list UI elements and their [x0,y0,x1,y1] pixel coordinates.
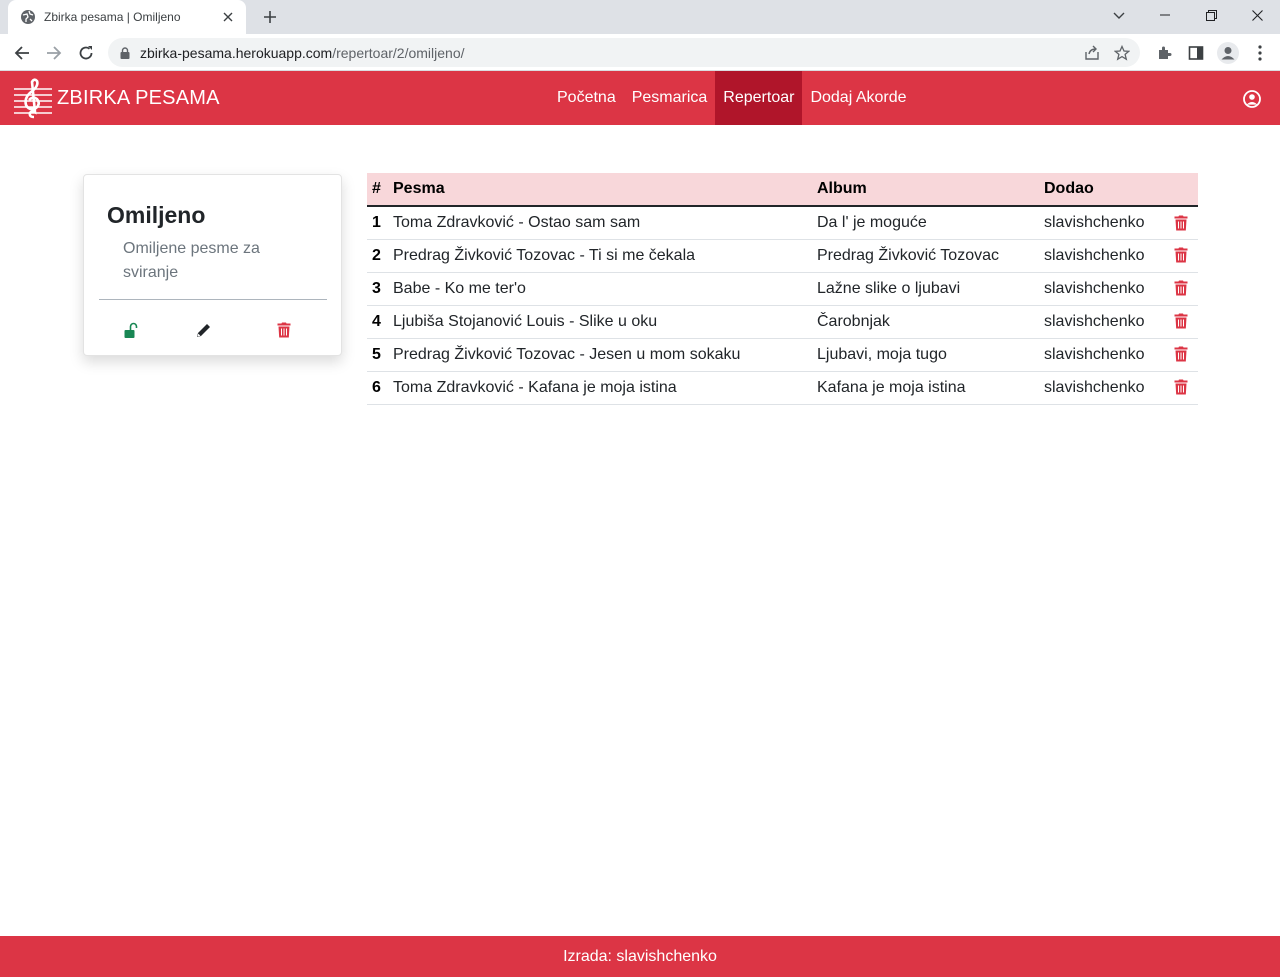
album-cell: Ljubavi, moja tugo [812,338,1039,372]
brand-text: ZBIRKA PESAMA [57,86,220,109]
user-cell: slavishchenko [1039,305,1169,339]
nav-link-repertoar[interactable]: Repertoar [715,71,803,125]
header-num: # [367,173,388,207]
menu-kebab-icon[interactable] [1248,41,1272,65]
reload-icon[interactable] [74,41,98,65]
user-circle-icon[interactable] [1243,90,1261,108]
nav-link-pocetna[interactable]: Početna [549,71,624,125]
album-cell: Da l' je moguće [812,206,1039,240]
row-number: 5 [367,338,388,372]
delete-song-trash-icon[interactable] [1174,346,1188,362]
tab-title: Zbirka pesama | Omiljeno [44,10,181,24]
table-row: 3 Babe - Ko me ter'o Lažne slike o ljuba… [367,272,1198,306]
user-cell: slavishchenko [1039,338,1169,372]
nav-link-pesmarica[interactable]: Pesmarica [624,71,716,125]
album-cell: Predrag Živković Tozovac [812,239,1039,273]
song-link[interactable]: Toma Zdravković - Ostao sam sam [388,206,812,240]
close-tab-icon[interactable] [220,9,236,25]
song-link[interactable]: Predrag Živković Tozovac - Ti si me čeka… [388,239,812,273]
song-link[interactable]: Ljubiša Stojanović Louis - Slike u oku [388,305,812,339]
repertoire-card: Omiljeno Omiljene pesme za sviranje [83,174,342,356]
table-header-row: # Pesma Album Dodao [367,173,1198,207]
song-link[interactable]: Predrag Živković Tozovac - Jesen u mom s… [388,338,812,372]
song-link[interactable]: Toma Zdravković - Kafana je moja istina [388,371,812,405]
new-tab-button[interactable] [258,6,282,28]
song-link[interactable]: Babe - Ko me ter'o [388,272,812,306]
site-footer: Izrada: slavishchenko [0,936,1280,977]
browser-tab-strip: Zbirka pesama | Omiljeno [0,0,1280,34]
row-number: 4 [367,305,388,339]
minimize-icon[interactable] [1142,0,1188,30]
row-number: 2 [367,239,388,273]
header-actions [1169,173,1198,207]
table-row: 4 Ljubiša Stojanović Louis - Slike u oku… [367,305,1198,339]
album-cell: Čarobnjak [812,305,1039,339]
delete-song-trash-icon[interactable] [1174,280,1188,296]
site-navbar: ZBIRKA PESAMA Početna Pesmarica Repertoa… [0,71,1280,125]
restore-icon[interactable] [1188,0,1234,30]
browser-tab[interactable]: Zbirka pesama | Omiljeno [8,0,246,34]
tab-search-icon[interactable] [1108,6,1130,26]
user-cell: slavishchenko [1039,371,1169,405]
repertoire-description: Omiljene pesme za sviranje [123,240,260,281]
delete-song-trash-icon[interactable] [1174,313,1188,329]
album-cell: Lažne slike o ljubavi [812,272,1039,306]
trash-icon[interactable] [275,320,293,340]
globe-icon [20,9,36,25]
album-cell: Kafana je moja istina [812,371,1039,405]
pencil-icon[interactable] [194,320,212,340]
address-bar[interactable]: zbirka-pesama.herokuapp.com/repertoar/2/… [108,38,1140,67]
delete-song-trash-icon[interactable] [1174,379,1188,395]
back-arrow-icon[interactable] [10,41,34,65]
side-panel-icon[interactable] [1184,41,1208,65]
header-user: Dodao [1039,173,1169,207]
music-staff-logo-icon [14,78,52,119]
delete-song-trash-icon[interactable] [1174,247,1188,263]
table-row: 6 Toma Zdravković - Kafana je moja istin… [367,371,1198,405]
url-text: zbirka-pesama.herokuapp.com/repertoar/2/… [140,45,465,61]
header-album: Album [812,173,1039,207]
share-icon[interactable] [1082,43,1102,63]
nav-link-dodaj-akorde[interactable]: Dodaj Akorde [802,71,914,125]
browser-toolbar: zbirka-pesama.herokuapp.com/repertoar/2/… [0,34,1280,71]
lock-icon[interactable] [118,46,132,60]
star-icon[interactable] [1112,43,1132,63]
url-host: zbirka-pesama.herokuapp.com [140,44,333,61]
user-cell: slavishchenko [1039,272,1169,306]
row-number: 3 [367,272,388,306]
repertoire-title: Omiljeno [107,202,206,228]
extensions-icon[interactable] [1152,41,1176,65]
card-divider [99,299,327,300]
footer-credit: Izrada: slavishchenko [563,947,717,965]
close-window-icon[interactable] [1234,0,1280,30]
user-cell: slavishchenko [1039,206,1169,240]
songs-table: # Pesma Album Dodao 1 Toma Zdravković - … [367,173,1198,405]
profile-icon[interactable] [1216,41,1240,65]
brand-link[interactable]: ZBIRKA PESAMA [12,77,220,119]
user-cell: slavishchenko [1039,239,1169,273]
window-controls [1142,0,1280,34]
forward-arrow-icon[interactable] [42,41,66,65]
row-number: 1 [367,206,388,240]
delete-song-trash-icon[interactable] [1174,215,1188,231]
table-row: 1 Toma Zdravković - Ostao sam sam Da l' … [367,206,1198,240]
main-nav: Početna Pesmarica Repertoar Dodaj Akorde [549,71,915,125]
url-path: /repertoar/2/omiljeno/ [332,44,465,61]
row-number: 6 [367,371,388,405]
header-song: Pesma [388,173,812,207]
table-row: 5 Predrag Živković Tozovac - Jesen u mom… [367,338,1198,372]
unlock-icon[interactable] [122,320,140,340]
table-row: 2 Predrag Živković Tozovac - Ti si me če… [367,239,1198,273]
